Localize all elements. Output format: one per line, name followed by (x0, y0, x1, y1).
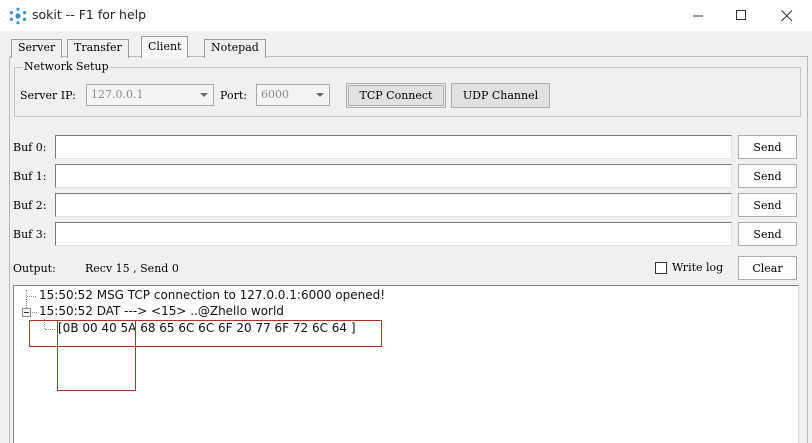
tcp-connect-button[interactable]: TCP Connect (346, 83, 446, 108)
tab-client[interactable]: Client (141, 36, 189, 58)
maximize-icon (735, 10, 746, 20)
port-combo[interactable]: 6000 (256, 84, 330, 106)
buf-0-input[interactable] (55, 135, 732, 159)
gear-cluster-icon (9, 7, 27, 25)
minimize-icon (692, 15, 703, 17)
write-log-checkbox[interactable] (655, 262, 667, 274)
server-ip-label: Server IP: (20, 89, 76, 102)
clear-button[interactable]: Clear (738, 256, 797, 280)
chevron-down-icon[interactable] (196, 86, 212, 104)
close-button[interactable] (764, 0, 810, 31)
minimize-button[interactable] (675, 0, 721, 31)
title-bar[interactable]: sokit -- F1 for help (0, 0, 812, 31)
tab-transfer[interactable]: Transfer (67, 39, 129, 58)
udp-channel-button[interactable]: UDP Channel (451, 83, 550, 108)
window-title: sokit -- F1 for help (32, 7, 147, 22)
write-log-label[interactable]: Write log (672, 261, 723, 274)
chevron-down-icon[interactable] (312, 86, 328, 104)
log-line-dat[interactable]: 15:50:52 DAT ---> <15> ..@Zhello world (39, 304, 284, 318)
buf-3-input[interactable] (55, 222, 732, 246)
annotation-box-header-bytes (57, 320, 136, 391)
buf-3-send-button[interactable]: Send (738, 222, 797, 246)
port-label: Port: (220, 89, 247, 102)
traffic-stats: Recv 15 , Send 0 (85, 262, 179, 275)
buf-1-label: Buf 1: (13, 170, 47, 183)
buf-0-send-button[interactable]: Send (738, 135, 797, 159)
buf-1-send-button[interactable]: Send (738, 164, 797, 188)
tree-connector (27, 296, 36, 297)
collapse-icon[interactable] (22, 308, 31, 317)
buf-2-send-button[interactable]: Send (738, 193, 797, 217)
server-ip-combo[interactable]: 127.0.0.1 (86, 84, 214, 106)
buf-3-label: Buf 3: (13, 228, 47, 241)
network-setup-label: Network Setup (22, 60, 111, 73)
buf-1-input[interactable] (55, 164, 732, 188)
server-ip-value: 127.0.0.1 (91, 88, 144, 101)
tab-notepad[interactable]: Notepad (204, 39, 266, 58)
maximize-button[interactable] (718, 0, 764, 31)
tree-connector (32, 312, 37, 313)
buf-2-input[interactable] (55, 193, 732, 217)
port-value: 6000 (261, 88, 289, 101)
buf-0-label: Buf 0: (13, 141, 47, 154)
log-line-msg[interactable]: 15:50:52 MSG TCP connection to 127.0.0.1… (39, 288, 385, 302)
output-label: Output: (13, 262, 56, 275)
buf-2-label: Buf 2: (13, 199, 47, 212)
tab-server[interactable]: Server (11, 39, 63, 58)
close-icon (781, 9, 793, 21)
